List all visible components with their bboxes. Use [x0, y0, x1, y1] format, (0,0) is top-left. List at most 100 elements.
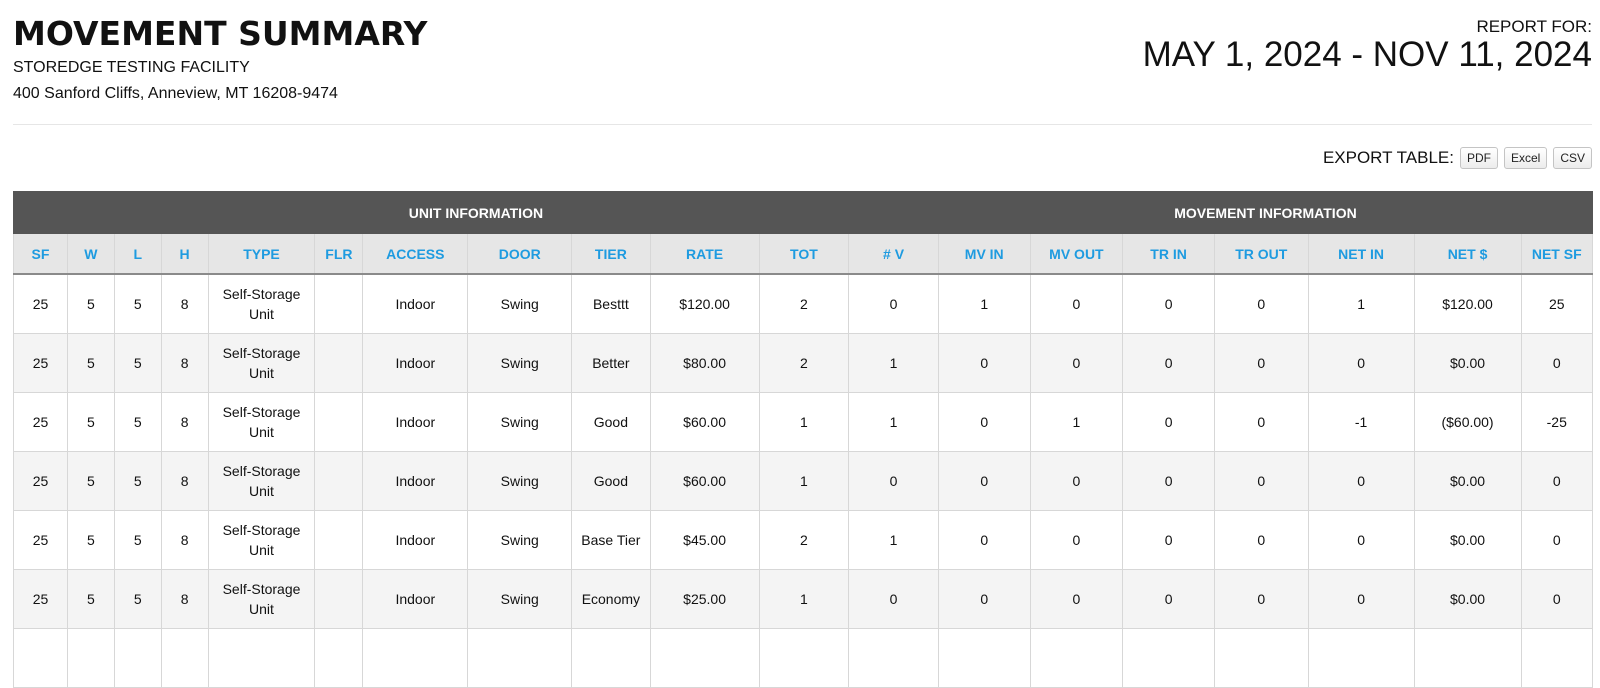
- export-table-label: EXPORT TABLE:: [1322, 148, 1454, 167]
- table-cell: 8: [160, 273, 209, 334]
- table-cell: 1: [758, 451, 850, 511]
- column-header-v[interactable]: # V: [848, 233, 939, 275]
- table-cell: [314, 451, 364, 511]
- column-header-net-in[interactable]: NET IN: [1307, 233, 1415, 275]
- group-unit-information: UNIT INFORMATION: [13, 191, 939, 234]
- table-cell: [314, 510, 364, 570]
- column-header-mv-in[interactable]: MV IN: [937, 233, 1031, 275]
- table-cell: Self-Storage Unit: [207, 510, 316, 570]
- column-header-door[interactable]: DOOR: [467, 233, 573, 275]
- column-header-tr-out[interactable]: TR OUT: [1213, 233, 1309, 275]
- table-cell: 5: [113, 451, 162, 511]
- column-header-rate[interactable]: RATE: [649, 233, 760, 275]
- table-cell: 2: [758, 510, 850, 570]
- column-header-tier[interactable]: TIER: [571, 233, 651, 275]
- export-excel-button[interactable]: Excel: [1503, 147, 1548, 169]
- report-header: MOVEMENT SUMMARY STOREDGE TESTING FACILI…: [13, 0, 1592, 125]
- column-header-mv-out[interactable]: MV OUT: [1029, 233, 1124, 275]
- table-cell: [848, 628, 939, 688]
- column-header-w[interactable]: W: [66, 233, 115, 275]
- table-cell: 25: [13, 273, 68, 334]
- column-header-tr-in[interactable]: TR IN: [1122, 233, 1215, 275]
- table-cell: [113, 628, 162, 688]
- table-cell: $0.00: [1413, 569, 1522, 629]
- table-cell: 1: [937, 273, 1031, 334]
- table-cell: 0: [1520, 569, 1594, 629]
- table-cell: 0: [1520, 333, 1594, 393]
- table-cell: 5: [113, 333, 162, 393]
- column-header-net-sf[interactable]: NET SF: [1520, 233, 1594, 275]
- table-cell: [758, 628, 850, 688]
- column-header-h[interactable]: H: [160, 233, 209, 275]
- table-cell: 0: [1213, 451, 1309, 511]
- export-pdf-button[interactable]: PDF: [1459, 147, 1498, 169]
- column-header-sf[interactable]: SF: [13, 233, 68, 275]
- table-cell: 0: [1029, 569, 1124, 629]
- table-cell: Good: [571, 392, 651, 452]
- column-header-tot[interactable]: TOT: [758, 233, 850, 275]
- table-cell: 0: [1122, 451, 1215, 511]
- table-cell: 0: [1307, 510, 1415, 570]
- table-cell: 0: [1029, 451, 1124, 511]
- table-cell: 0: [1213, 333, 1309, 393]
- report-date-range: MAY 1, 2024 - NOV 11, 2024: [1142, 35, 1592, 74]
- table-row: [13, 628, 1594, 688]
- table-cell: -25: [1520, 392, 1594, 452]
- table-cell: Indoor: [362, 392, 469, 452]
- table-cell: 0: [1213, 273, 1309, 334]
- table-cell: 5: [66, 451, 115, 511]
- table-cell: [1413, 628, 1522, 688]
- table-cell: 5: [113, 273, 162, 334]
- table-cell: 1: [1307, 273, 1415, 334]
- table-cell: 1: [758, 569, 850, 629]
- table-cell: 0: [1307, 569, 1415, 629]
- table-cell: 5: [66, 392, 115, 452]
- export-csv-button[interactable]: CSV: [1553, 147, 1592, 169]
- table-cell: $120.00: [1413, 273, 1522, 334]
- table-cell: -1: [1307, 392, 1415, 452]
- table-cell: 0: [1122, 569, 1215, 629]
- table-cell: 1: [1029, 392, 1124, 452]
- table-cell: [1029, 628, 1124, 688]
- table-cell: [13, 628, 68, 688]
- column-header-type[interactable]: TYPE: [207, 233, 316, 275]
- column-header-l[interactable]: L: [113, 233, 162, 275]
- column-header-access[interactable]: ACCESS: [362, 233, 469, 275]
- table-cell: Self-Storage Unit: [207, 392, 316, 452]
- table-cell: $45.00: [649, 510, 760, 570]
- table-cell: 5: [66, 273, 115, 334]
- table-cell: $0.00: [1413, 451, 1522, 511]
- table-cell: 25: [13, 392, 68, 452]
- table-cell: 0: [1029, 333, 1124, 393]
- table-row: 25 5 5 8 Self-Storage Unit Indoor Swing Base Ti…: [13, 510, 1594, 570]
- table-cell: 25: [13, 451, 68, 511]
- table-cell: [1213, 628, 1309, 688]
- table-cell: [66, 628, 115, 688]
- table-cell: 0: [1213, 510, 1309, 570]
- export-toolbar: EXPORT TABLE: PDF Excel CSV: [1323, 147, 1592, 169]
- column-header-flr[interactable]: FLR: [314, 233, 364, 275]
- table-cell: [937, 628, 1031, 688]
- table-cell: Better: [571, 333, 651, 393]
- table-cell: Swing: [467, 569, 573, 629]
- table-cell: Indoor: [362, 510, 469, 570]
- column-header-net[interactable]: NET $: [1413, 233, 1522, 275]
- table-cell: 8: [160, 392, 209, 452]
- table-cell: 5: [113, 569, 162, 629]
- table-cell: Economy: [571, 569, 651, 629]
- table-cell: $80.00: [649, 333, 760, 393]
- table-cell: [1520, 628, 1594, 688]
- table-cell: ($60.00): [1413, 392, 1522, 452]
- table-cell: [649, 628, 760, 688]
- table-cell: 8: [160, 451, 209, 511]
- table-cell: 2: [758, 273, 850, 334]
- table-cell: [314, 628, 364, 688]
- table-cell: 1: [848, 333, 939, 393]
- table-cell: 25: [13, 510, 68, 570]
- table-cell: 5: [113, 510, 162, 570]
- table-row: 25 5 5 8 Self-Storage Unit Indoor Swing Good $60…: [13, 392, 1594, 452]
- table-cell: 0: [848, 273, 939, 334]
- table-cell: [314, 273, 364, 334]
- table-cell: 0: [1213, 569, 1309, 629]
- table-body: 25 5 5 8 Self-Storage Unit Indoor Swing Besttt $…: [13, 273, 1594, 688]
